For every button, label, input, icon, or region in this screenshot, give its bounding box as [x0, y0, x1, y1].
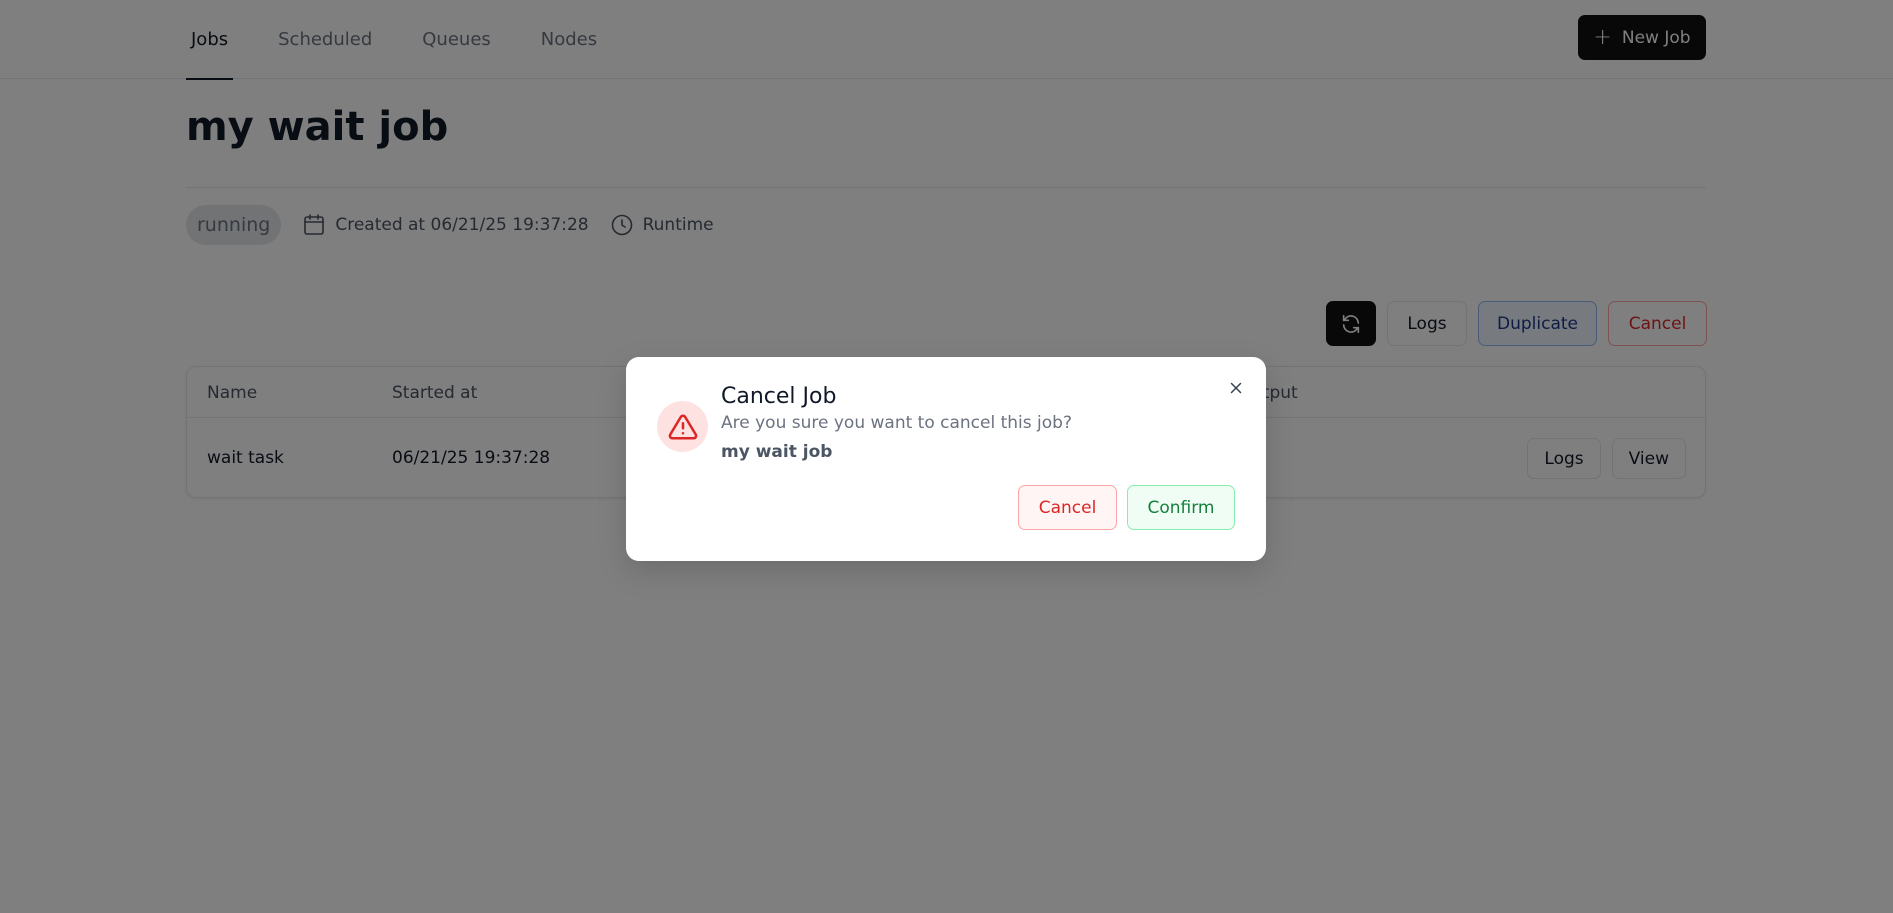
cancel-job-dialog: Cancel Job Are you sure you want to canc… [626, 357, 1266, 561]
dialog-title: Cancel Job [721, 384, 837, 409]
close-button[interactable] [1225, 377, 1247, 399]
dialog-confirm-button[interactable]: Confirm [1127, 485, 1235, 530]
close-icon [1230, 382, 1242, 394]
warning-triangle-icon [668, 413, 697, 439]
dialog-cancel-button[interactable]: Cancel [1018, 485, 1117, 530]
dialog-description: Are you sure you want to cancel this job… [721, 413, 1072, 433]
dialog-job-name: my wait job [721, 442, 833, 462]
warning-icon-wrapper [657, 401, 708, 452]
